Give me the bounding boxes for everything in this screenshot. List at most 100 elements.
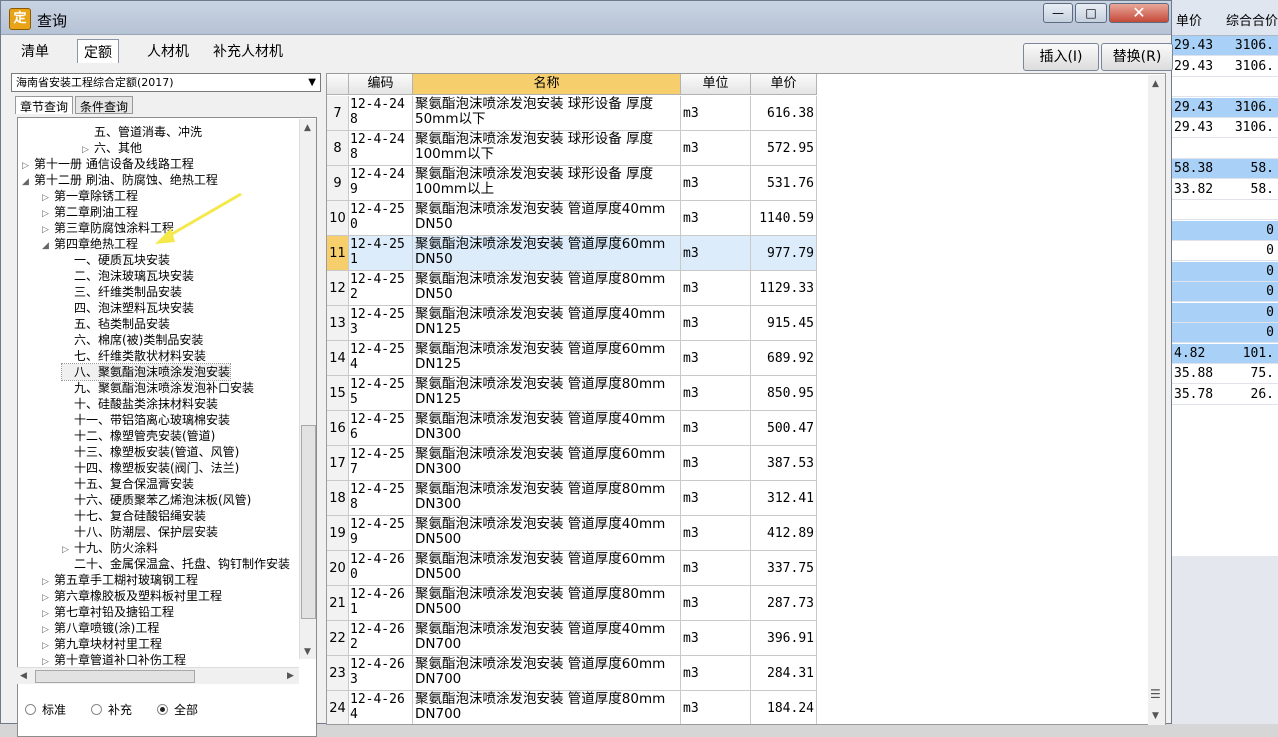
table-row[interactable]: 19 12-4-259 聚氨酯泡沫喷涂发泡安装 管道厚度40mm DN500 m3 41… [327,516,817,551]
tree-node[interactable]: 六、棉席(被)类制品安装 [62,332,203,348]
radio-supplement[interactable]: 补充 [91,701,132,718]
tree-node[interactable]: ▷ 第二章刷油工程 [42,204,138,220]
tree-node[interactable]: 十六、硬质聚苯乙烯泡沫板(风管) [62,492,251,508]
cell-unit: m3 [681,481,751,516]
table-row[interactable]: 10 12-4-250 聚氨酯泡沫喷涂发泡安装 管道厚度40mm DN50 m3 114… [327,201,817,236]
table-row[interactable]: 18 12-4-258 聚氨酯泡沫喷涂发泡安装 管道厚度80mm DN300 m3 31… [327,481,817,516]
tree-node[interactable]: 十四、橡塑板安装(阀门、法兰) [62,460,239,476]
subtab-condition[interactable]: 条件查询 [75,96,134,114]
tree-node[interactable]: 七、纤维类散状材料安装 [62,348,206,364]
table-row[interactable]: 13 12-4-253 聚氨酯泡沫喷涂发泡安装 管道厚度40mm DN125 m3 91… [327,306,817,341]
table-row[interactable]: 16 12-4-256 聚氨酯泡沫喷涂发泡安装 管道厚度40mm DN300 m3 50… [327,411,817,446]
tree-node[interactable]: ▷ 第七章衬铅及搪铅工程 [42,604,174,620]
tree-horizontal-scrollbar[interactable]: ◀ ▶ [17,667,299,684]
tree-node[interactable]: 九、聚氨酯泡沫喷涂发泡补口安装 [62,380,254,396]
tree-node[interactable]: 十三、橡塑板安装(管道、风管) [62,444,239,460]
tree-node[interactable]: 十一、带铝箔离心玻璃棉安装 [62,412,230,428]
radio-standard[interactable]: 标准 [25,701,66,718]
scroll-up-icon[interactable]: ▲ [1152,79,1159,89]
tree-node[interactable]: ◢ 第四章绝热工程 [42,236,138,252]
annotation-arrow-icon [155,192,242,244]
bg-cell-price: 29.43 [1174,38,1214,53]
tree-node[interactable]: ▷ 第六章橡胶板及塑料板衬里工程 [42,588,222,604]
tree-node[interactable]: 十二、橡塑管壳安装(管道) [62,428,215,444]
scroll-right-icon[interactable]: ▶ [287,671,294,681]
minimize-button[interactable]: — [1043,3,1073,23]
tree-node[interactable]: ▷ 第十一册 通信设备及线路工程 [22,156,194,172]
tree-node[interactable]: 五、管道消毒、冲洗 [82,124,202,140]
scroll-up-icon[interactable]: ▲ [304,123,311,133]
subtab-chapter[interactable]: 章节查询 [15,96,74,114]
bg-cell-price: 33.82 [1174,181,1214,197]
scroll-thumb[interactable] [35,670,195,683]
table-row[interactable]: 17 12-4-257 聚氨酯泡沫喷涂发泡安装 管道厚度60mm DN300 m3 38… [327,446,817,481]
radio-all[interactable]: 全部 [157,701,198,718]
replace-button[interactable]: 替换(R) [1101,43,1173,71]
tree-toggle-icon[interactable]: ◢ [22,174,34,190]
tree-vertical-scrollbar[interactable]: ▲ ▼ [299,119,316,659]
tree-node[interactable]: ▷ 第九章块材衬里工程 [42,636,162,652]
radio-circle-icon[interactable] [157,704,168,715]
title-bar[interactable]: 定 查询 — □ ✕ [1,1,1171,35]
tree-node[interactable]: ▷ 第五章手工糊衬玻璃钢工程 [42,572,198,588]
tab-resource[interactable]: 人材机 [141,39,195,63]
tree-node[interactable]: 三、纤维类制品安装 [62,284,182,300]
table-row[interactable]: 9 12-4-249 聚氨酯泡沫喷涂发泡安装 球形设备 厚度100mm以上 m3 531… [327,166,817,201]
bg-cell-total: 26. [1250,386,1274,402]
tree-node[interactable]: ▷ 十九、防火涂料 [62,540,158,556]
tree-node[interactable]: 四、泡沫塑料瓦块安装 [62,300,194,316]
tree-node[interactable]: ▷ 第一章除锈工程 [42,188,138,204]
tree-node[interactable]: 二、泡沫玻璃瓦块安装 [62,268,194,284]
tree-node[interactable]: 十、硅酸盐类涂抹材料安装 [62,396,218,412]
header-unit[interactable]: 单位 [681,74,751,95]
tree-node[interactable]: 十五、复合保温膏安装 [62,476,194,492]
table-row[interactable]: 12 12-4-252 聚氨酯泡沫喷涂发泡安装 管道厚度80mm DN50 m3 112… [327,271,817,306]
table-row[interactable]: 14 12-4-254 聚氨酯泡沫喷涂发泡安装 管道厚度60mm DN125 m3 68… [327,341,817,376]
scroll-grip-icon[interactable]: ☰ [1150,687,1161,701]
insert-button[interactable]: 插入(I) [1023,43,1099,71]
tab-quota[interactable]: 定额 [77,39,119,63]
scroll-down-icon[interactable]: ▼ [1152,711,1159,721]
cell-num: 21 [327,586,349,621]
table-row[interactable]: 15 12-4-255 聚氨酯泡沫喷涂发泡安装 管道厚度80mm DN125 m3 85… [327,376,817,411]
radio-circle-icon[interactable] [91,704,102,715]
close-button[interactable]: ✕ [1109,3,1169,23]
radio-circle-icon[interactable] [25,704,36,715]
grid-vertical-scrollbar[interactable]: ▲ ☰ ▼ [1148,75,1165,725]
table-row[interactable]: 11 12-4-251 聚氨酯泡沫喷涂发泡安装 管道厚度60mm DN50 m3 977… [327,236,817,271]
tab-supplement[interactable]: 补充人材机 [207,39,289,63]
tree-node[interactable]: ▷ 第十章管道补口补伤工程 [42,652,186,668]
cell-name: 聚氨酯泡沫喷涂发泡安装 管道厚度40mm DN700 [413,621,681,656]
scroll-thumb[interactable] [301,425,316,619]
table-row[interactable]: 23 12-4-263 聚氨酯泡沫喷涂发泡安装 管道厚度60mm DN700 m3 28… [327,656,817,691]
bg-cell-price: 58.38 [1174,161,1214,176]
quota-library-select[interactable]: 海南省安装工程综合定额(2017) ▼ [11,73,321,92]
tree-node[interactable]: 八、聚氨酯泡沫喷涂发泡安装 [60,363,232,381]
bg-cell-total: 3106. [1234,120,1274,135]
table-row[interactable]: 8 12-4-248 聚氨酯泡沫喷涂发泡安装 球形设备 厚度100mm以下 m3 572… [327,131,817,166]
maximize-button[interactable]: □ [1075,3,1107,23]
scroll-left-icon[interactable]: ◀ [20,671,27,681]
tree-toggle-icon[interactable]: ◢ [42,238,54,254]
tree-node[interactable]: ▷ 第八章喷镀(涂)工程 [42,620,159,636]
tree-node[interactable]: 二十、金属保温盒、托盘、钩钉制作安装 [62,556,290,572]
table-row[interactable]: 21 12-4-261 聚氨酯泡沫喷涂发泡安装 管道厚度80mm DN500 m3 28… [327,586,817,621]
tab-list[interactable]: 清单 [15,39,55,63]
table-row[interactable]: 7 12-4-248 聚氨酯泡沫喷涂发泡安装 球形设备 厚度50mm以下 m3 616.… [327,96,817,131]
header-name[interactable]: 名称 [413,74,681,95]
cell-unit: m3 [681,656,751,691]
tree-node-label: 十二、橡塑管壳安装(管道) [74,429,216,443]
background-row: 29.43 3106. [1172,57,1278,77]
tree-node[interactable]: ▷ 六、其他 [82,140,142,156]
scroll-down-icon[interactable]: ▼ [304,647,311,657]
table-row[interactable]: 24 12-4-264 聚氨酯泡沫喷涂发泡安装 管道厚度80mm DN700 m3 18… [327,691,817,724]
table-row[interactable]: 22 12-4-262 聚氨酯泡沫喷涂发泡安装 管道厚度40mm DN700 m3 39… [327,621,817,656]
tree-node[interactable]: 五、毡类制品安装 [62,316,170,332]
cell-num: 24 [327,691,349,724]
tree-node[interactable]: 十八、防潮层、保护层安装 [62,524,218,540]
tree-node[interactable]: 十七、复合硅酸铝绳安装 [62,508,206,524]
header-rownum [327,74,349,95]
header-price[interactable]: 单价 [751,74,817,95]
table-row[interactable]: 20 12-4-260 聚氨酯泡沫喷涂发泡安装 管道厚度60mm DN500 m3 33… [327,551,817,586]
header-code[interactable]: 编码 [349,74,413,95]
